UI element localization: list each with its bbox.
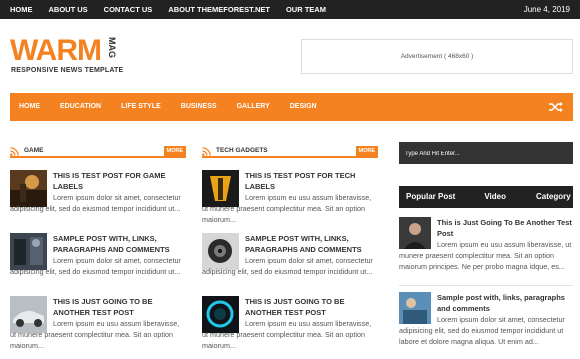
post-item: SAMPLE POST WITH, LINKS, PARAGRAPHS AND … xyxy=(202,233,378,289)
logo-main-text: WARM xyxy=(10,34,102,67)
rss-icon xyxy=(202,147,211,156)
post-excerpt: Lorem ipsum eu usu assum liberavisse, ut… xyxy=(202,319,372,350)
sidebar-tabs: Popular Post Video Category xyxy=(399,186,573,208)
tab-video[interactable]: Video xyxy=(484,186,506,208)
tab-popular-post[interactable]: Popular Post xyxy=(406,186,455,208)
nav-item-design[interactable]: DESIGN xyxy=(290,93,317,121)
more-button[interactable]: MORE xyxy=(355,146,378,156)
nav-item-life-style[interactable]: LIFE STYLE xyxy=(121,93,161,121)
post-excerpt: Lorem ipsum eu usu assum liberavisse, ut… xyxy=(202,193,372,224)
nav-item-home[interactable]: HOME xyxy=(19,93,40,121)
site-logo[interactable]: WARM MAG RESPONSIVE NEWS TEMPLATE xyxy=(10,34,124,78)
rss-icon xyxy=(10,147,19,156)
column-title: TECH GADGETS xyxy=(216,147,268,154)
advertisement-banner[interactable]: Advertisement ( 468x60 ) xyxy=(301,39,573,74)
tech-gadgets-column: TECH GADGETS MORE THIS IS TEST POST FOR … xyxy=(202,146,378,350)
current-date: June 4, 2019 xyxy=(523,5,570,14)
post-title[interactable]: SAMPLE POST WITH, LINKS, PARAGRAPHS AND … xyxy=(245,233,378,255)
top-nav: HOME ABOUT US CONTACT US ABOUT THEMEFORE… xyxy=(10,0,342,19)
search-box xyxy=(399,142,573,165)
sidebar-post-title[interactable]: Sample post with, links, paragraphs and … xyxy=(437,292,573,314)
sidebar-post-excerpt: Lorem ipsum eu usu assum liberavisse, ut… xyxy=(399,240,572,271)
game-column: GAME MORE THIS IS TEST POST FOR GAME LAB… xyxy=(10,146,186,350)
post-title[interactable]: THIS IS JUST GOING TO BE ANOTHER TEST PO… xyxy=(245,296,378,318)
shuffle-icon[interactable] xyxy=(549,101,563,113)
sidebar-post-title[interactable]: This is Just Going To Be Another Test Po… xyxy=(437,217,573,239)
divider xyxy=(399,285,573,286)
top-nav-about-themeforest[interactable]: ABOUT THEMEFOREST.NET xyxy=(168,0,270,19)
search-input[interactable] xyxy=(399,143,573,165)
post-title[interactable]: THIS IS TEST POST FOR GAME LABELS xyxy=(53,170,186,192)
top-nav-contact-us[interactable]: CONTACT US xyxy=(104,0,153,19)
column-header: GAME MORE xyxy=(10,146,186,158)
post-title[interactable]: THIS IS JUST GOING TO BE ANOTHER TEST PO… xyxy=(53,296,186,318)
top-nav-about-us[interactable]: ABOUT US xyxy=(49,0,88,19)
top-bar: HOME ABOUT US CONTACT US ABOUT THEMEFORE… xyxy=(0,0,580,19)
column-header: TECH GADGETS MORE xyxy=(202,146,378,158)
nav-item-business[interactable]: BUSINESS xyxy=(181,93,217,121)
post-title[interactable]: THIS IS TEST POST FOR TECH LABELS xyxy=(245,170,378,192)
post-excerpt: Lorem ipsum dolor sit amet, consectetur … xyxy=(10,193,181,213)
more-button[interactable]: MORE xyxy=(163,146,186,156)
logo-side-text: MAG xyxy=(107,37,117,58)
post-item: THIS IS TEST POST FOR TECH LABELS Lorem … xyxy=(202,170,378,226)
column-title: GAME xyxy=(24,147,44,154)
post-excerpt: Lorem ipsum eu usu assum liberavisse, ut… xyxy=(10,319,180,350)
post-item: SAMPLE POST WITH, LINKS, PARAGRAPHS AND … xyxy=(10,233,186,289)
sidebar-post-excerpt: Lorem ipsum dolor sit amet, consectetur … xyxy=(399,315,565,346)
main-nav: HOME EDUCATION LIFE STYLE BUSINESS GALLE… xyxy=(10,93,573,121)
top-nav-home[interactable]: HOME xyxy=(10,0,33,19)
tab-category[interactable]: Category xyxy=(536,186,571,208)
top-nav-our-team[interactable]: OUR TEAM xyxy=(286,0,326,19)
nav-item-education[interactable]: EDUCATION xyxy=(60,93,101,121)
post-excerpt: Lorem ipsum dolor sit amet, consectetur … xyxy=(202,256,373,276)
post-excerpt: Lorem ipsum dolor sit amet, consectetur … xyxy=(10,256,181,276)
post-title[interactable]: SAMPLE POST WITH, LINKS, PARAGRAPHS AND … xyxy=(53,233,186,255)
post-item: THIS IS JUST GOING TO BE ANOTHER TEST PO… xyxy=(10,296,186,352)
advertisement-label: Advertisement ( 468x60 ) xyxy=(400,53,474,60)
nav-item-gallery[interactable]: GALLERY xyxy=(237,93,270,121)
post-item: THIS IS TEST POST FOR GAME LABELS Lorem … xyxy=(10,170,186,226)
logo-tagline: RESPONSIVE NEWS TEMPLATE xyxy=(11,67,124,74)
post-item: THIS IS JUST GOING TO BE ANOTHER TEST PO… xyxy=(202,296,378,352)
